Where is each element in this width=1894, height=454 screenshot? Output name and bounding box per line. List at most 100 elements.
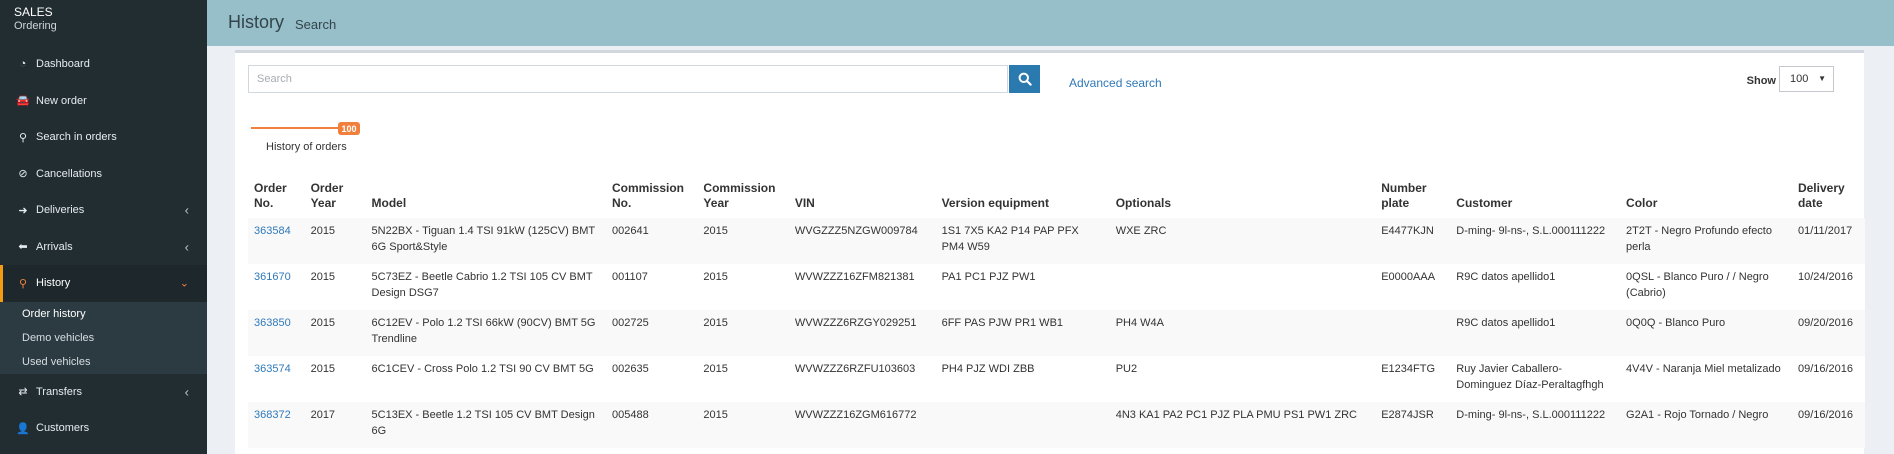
table-row[interactable]: 368372 2017 5C13EX - Beetle 1.2 TSI 105 CV… — [248, 402, 1865, 448]
column-header[interactable]: Customer — [1450, 178, 1620, 218]
submenu-item-demo-vehicles[interactable]: Demo vehicles — [0, 326, 207, 350]
table-cell: 2015 — [697, 402, 789, 448]
order-link[interactable]: 363574 — [254, 363, 291, 375]
table-cell: 0QSL - Blanco Puro / / Negro (Cabrio) — [1620, 264, 1792, 310]
column-header[interactable]: Order Year — [305, 178, 366, 218]
table-cell: 5C73EZ - Beetle Cabrio 1.2 TSI 105 CV BM… — [365, 264, 606, 310]
table-cell: 2017 — [304, 402, 366, 448]
table-cell: 09/16/2016 — [1791, 356, 1865, 402]
breadcrumb: Search — [295, 17, 337, 32]
sidebar-item-new-order[interactable]: 🚘 New order — [0, 83, 207, 120]
table-cell: WVWZZZ6RZGY029251 — [788, 310, 936, 356]
table-cell: WXE ZRC — [1109, 218, 1376, 264]
column-header[interactable]: VIN — [789, 178, 936, 218]
table-header-row: Order No. Order Year Model Commission No. Co… — [248, 178, 1865, 218]
table-cell: 2T2T - Negro Profundo efecto perla — [1620, 218, 1792, 264]
column-header[interactable]: Number plate — [1375, 178, 1450, 218]
search-input[interactable] — [249, 66, 1007, 92]
table-cell: D-ming- 9l-ns-, S.L.000111222 — [1450, 402, 1621, 448]
table-cell: 002725 — [606, 310, 698, 356]
table-cell — [1375, 310, 1451, 356]
sidebar-item-label: Search in orders — [36, 131, 117, 144]
column-header[interactable]: Model — [366, 178, 606, 218]
sidebar-item-dashboard[interactable]: ◔ Dashboard — [0, 46, 207, 83]
tab-history-of-orders[interactable]: History of orders — [266, 141, 347, 153]
sidebar-item-deliveries[interactable]: ➜ Deliveries ‹ — [0, 192, 207, 229]
table-cell: 368372 — [248, 402, 305, 448]
page-size-select[interactable]: 100 ▼ — [1779, 66, 1834, 92]
sidebar-item-history[interactable]: ⚲ History ⌄ — [0, 265, 207, 302]
table-cell: 2015 — [697, 310, 789, 356]
table-cell: 2015 — [304, 310, 366, 356]
history-submenu: Order history Demo vehicles Used vehicles — [0, 301, 207, 374]
table-row[interactable]: 363574 2015 6C1CEV - Cross Polo 1.2 TSI 90… — [248, 356, 1865, 402]
table-cell: 6C1CEV - Cross Polo 1.2 TSI 90 CV BMT 5G — [365, 356, 606, 402]
table-cell: E4477KJN — [1375, 218, 1451, 264]
sidebar-item-cancellations[interactable]: ⊘ Cancellations — [0, 156, 207, 193]
sidebar-item-label: Dashboard — [36, 58, 90, 71]
table-cell: 363584 — [248, 218, 305, 264]
table-cell: 5C13EX - Beetle 1.2 TSI 105 CV BMT Desig… — [365, 402, 606, 448]
arrow-right-icon: ➜ — [18, 204, 28, 217]
column-header[interactable]: Order No. — [248, 178, 305, 218]
table-cell: WVWZZZ6RZFU103603 — [788, 356, 936, 402]
sidebar-item-label: Deliveries — [36, 204, 85, 217]
sidebar-item-label: Arrivals — [36, 240, 73, 253]
column-header[interactable]: Color — [1620, 178, 1792, 218]
sidebar-item-customers[interactable]: 👤 Customers — [0, 410, 207, 447]
sidebar-nav: ◔ Dashboard 🚘 New order ⚲ Search in orders ⊘ Ca… — [0, 46, 207, 447]
column-header[interactable]: Commission Year — [697, 178, 788, 218]
table-cell: 2015 — [697, 218, 789, 264]
table-cell: Ruy Javier Caballero-Dominguez Díaz-Pera… — [1450, 356, 1621, 402]
submenu-item-used-vehicles[interactable]: Used vehicles — [0, 350, 207, 374]
table-cell: 0Q0Q - Blanco Puro — [1620, 310, 1792, 356]
search-icon: ⚲ — [18, 131, 28, 144]
table-cell: 361670 — [248, 264, 305, 310]
table-cell: 6FF PAS PJW PR1 WB1 — [935, 310, 1110, 356]
table-row[interactable]: 363584 2015 5N22BX - Tiguan 1.4 TSI 91kW (… — [248, 218, 1865, 264]
table-cell — [935, 402, 1110, 448]
table-cell: 2015 — [697, 264, 789, 310]
column-header[interactable]: Version equipment — [936, 178, 1110, 218]
submenu-item-order-history[interactable]: Order history — [0, 302, 207, 326]
search-button[interactable] — [1009, 65, 1040, 93]
chevron-left-icon: ‹ — [184, 202, 189, 218]
table-cell: PU2 — [1109, 356, 1376, 402]
arrow-left-icon: ⬅ — [18, 241, 28, 254]
chevron-left-icon: ‹ — [184, 239, 189, 255]
column-header[interactable]: Delivery date — [1792, 178, 1865, 218]
show-label: Show — [1746, 75, 1776, 87]
table-cell: 10/24/2016 — [1791, 264, 1865, 310]
page-size-value: 100 — [1790, 73, 1809, 85]
advanced-search-link[interactable]: Advanced search — [1069, 76, 1162, 90]
sidebar-item-label: Customers — [36, 422, 90, 435]
table-cell: 2015 — [304, 356, 366, 402]
count-badge: 100 — [338, 122, 360, 135]
sidebar-item-arrivals[interactable]: ⬅ Arrivals ‹ — [0, 229, 207, 266]
table-cell: 2015 — [304, 264, 366, 310]
table-cell: 1S1 7X5 KA2 P14 PAP PFX PM4 W59 — [935, 218, 1110, 264]
table-cell: 2015 — [697, 356, 789, 402]
brand: SALES Ordering — [0, 0, 207, 46]
table-cell: E2874JSR — [1375, 402, 1451, 448]
app-title: SALES — [14, 5, 53, 19]
ban-icon: ⊘ — [18, 168, 28, 181]
order-link[interactable]: 363850 — [254, 317, 291, 329]
table-cell: G2A1 - Rojo Tornado / Negro — [1620, 402, 1792, 448]
table-cell: 6C12EV - Polo 1.2 TSI 66kW (90CV) BMT 5G… — [365, 310, 606, 356]
column-header[interactable]: Optionals — [1110, 178, 1376, 218]
table-cell: E1234FTG — [1375, 356, 1451, 402]
order-link[interactable]: 363584 — [254, 225, 291, 237]
main-panel: Advanced search Show 100 ▼ 100 History o… — [235, 50, 1865, 454]
table-row[interactable]: 361670 2015 5C73EZ - Beetle Cabrio 1.2 TSI… — [248, 264, 1865, 310]
table-cell: R9C datos apellido1 — [1450, 310, 1621, 356]
sidebar: SALES Ordering ◔ Dashboard 🚘 New order ⚲ Sear… — [0, 0, 207, 454]
sidebar-item-transfers[interactable]: ⇄ Transfers ‹ — [0, 374, 207, 411]
column-header[interactable]: Commission No. — [606, 178, 697, 218]
table-cell: 363850 — [248, 310, 305, 356]
sidebar-item-search-in-orders[interactable]: ⚲ Search in orders — [0, 119, 207, 156]
table-row[interactable]: 363850 2015 6C12EV - Polo 1.2 TSI 66kW (90… — [248, 310, 1865, 356]
order-link[interactable]: 368372 — [254, 409, 291, 421]
order-link[interactable]: 361670 — [254, 271, 291, 283]
table-cell: E0000AAA — [1375, 264, 1451, 310]
